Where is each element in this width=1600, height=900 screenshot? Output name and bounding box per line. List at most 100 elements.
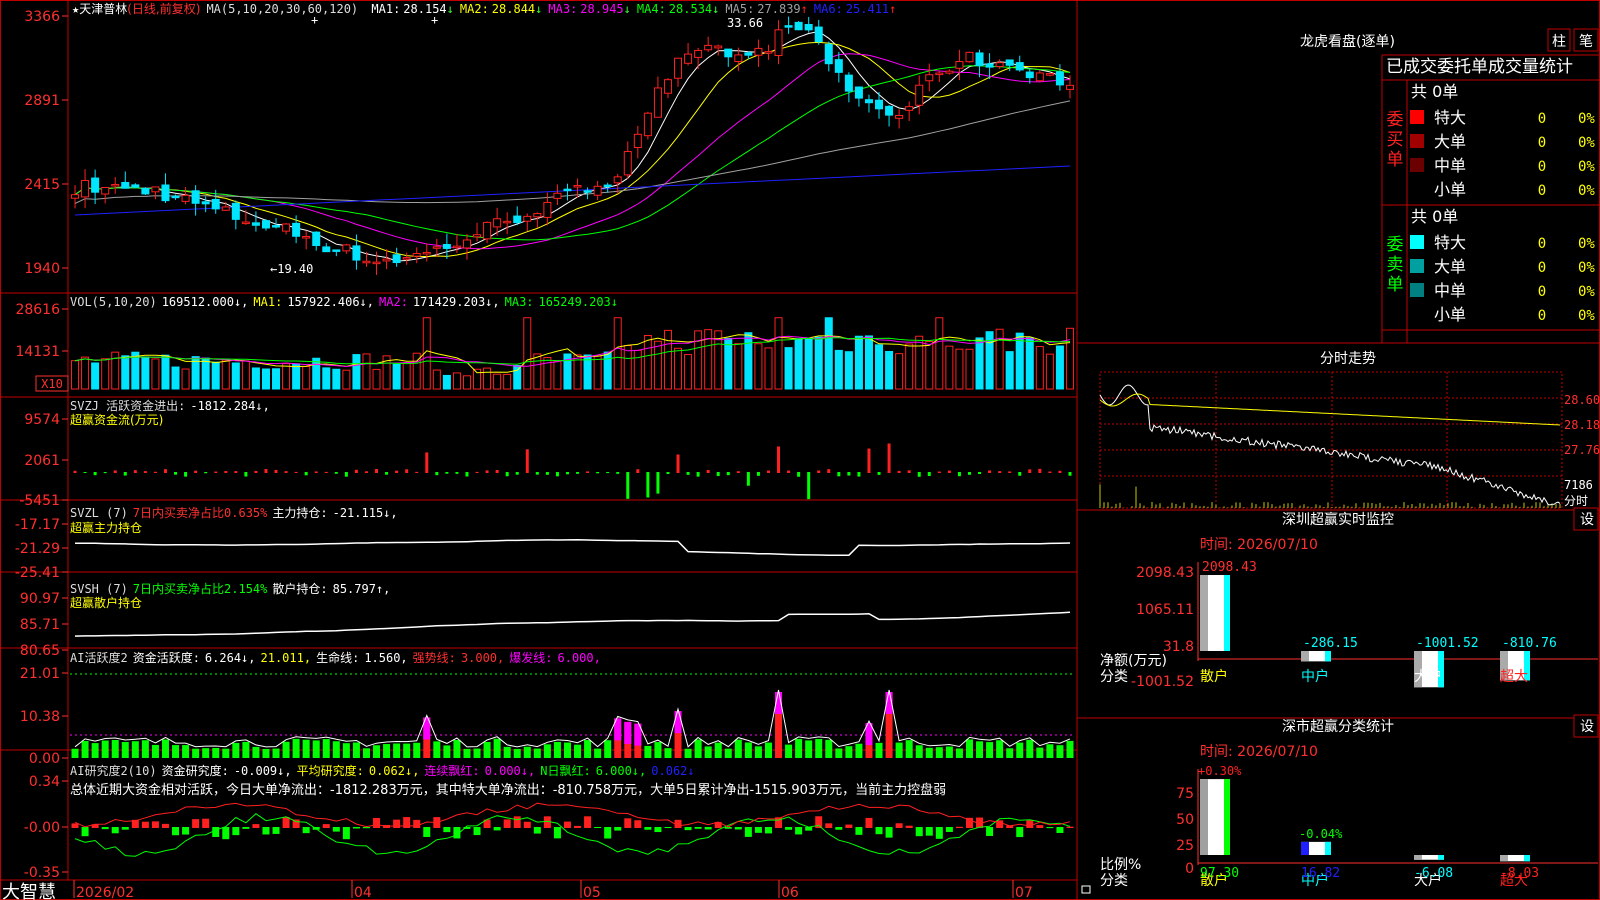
candle-body[interactable] <box>432 246 441 249</box>
fund-flow-bar[interactable] <box>1058 470 1062 473</box>
research-bar[interactable] <box>905 825 913 828</box>
activity-bar[interactable] <box>644 745 652 758</box>
volume-bar[interactable] <box>362 353 371 390</box>
candle-body[interactable] <box>81 179 90 198</box>
research-bar[interactable] <box>553 827 561 839</box>
activity-bar[interactable] <box>584 740 592 758</box>
research-bar[interactable] <box>443 827 451 833</box>
research-bar[interactable] <box>684 827 692 831</box>
activity-bar[interactable] <box>403 743 411 758</box>
research-bar[interactable] <box>473 827 481 836</box>
volume-bar[interactable] <box>432 369 441 390</box>
fund-flow-bar[interactable] <box>706 469 710 473</box>
research-bar[interactable] <box>754 827 762 833</box>
volume-bar[interactable] <box>764 347 773 390</box>
candle-body[interactable] <box>744 52 753 56</box>
volume-bar[interactable] <box>231 362 240 390</box>
volume-bar[interactable] <box>965 348 974 390</box>
activity-bar[interactable] <box>322 739 330 758</box>
candle-body[interactable] <box>804 24 813 31</box>
fund-flow-bar[interactable] <box>837 472 841 477</box>
candle-body[interactable] <box>1065 84 1074 90</box>
fund-flow-bar[interactable] <box>455 472 459 474</box>
candle-body[interactable] <box>714 45 723 49</box>
stock-name[interactable]: 天津普林 <box>79 2 127 16</box>
fund-flow-bar[interactable] <box>666 472 670 475</box>
volume-bar[interactable] <box>593 355 602 390</box>
candle-body[interactable] <box>724 48 733 58</box>
candle-body[interactable] <box>141 188 150 195</box>
volume-bar[interactable] <box>553 360 562 390</box>
volume-bar[interactable] <box>915 335 924 390</box>
fund-flow-bar[interactable] <box>857 472 861 477</box>
research-bar[interactable] <box>704 827 712 830</box>
lock-icon[interactable] <box>1081 885 1091 894</box>
research-bar[interactable] <box>764 827 772 834</box>
volume-bar[interactable] <box>533 353 542 390</box>
volume-bar[interactable] <box>503 373 512 390</box>
volume-bar[interactable] <box>1015 332 1024 390</box>
fund-flow-bar[interactable] <box>576 472 580 474</box>
activity-bar[interactable] <box>553 741 561 758</box>
research-bar[interactable] <box>413 819 421 828</box>
research-bar[interactable] <box>875 827 883 835</box>
research-bar[interactable] <box>352 827 360 829</box>
activity-bar[interactable] <box>352 742 360 758</box>
activity-bar[interactable] <box>895 742 903 758</box>
volume-bar[interactable] <box>613 317 622 390</box>
activity-bar[interactable] <box>935 747 943 758</box>
activity-bar[interactable] <box>574 744 582 758</box>
svzl-panel[interactable]: SVZL (7) 7日内买卖净占比0.635% 主力持仓: -21.115↓, 超赢主力… <box>15 505 1071 581</box>
candle-body[interactable] <box>493 218 502 228</box>
volume-bar[interactable] <box>834 349 843 390</box>
candle-body[interactable] <box>985 63 994 68</box>
volume-bar[interactable] <box>804 337 813 390</box>
fund-flow-bar[interactable] <box>827 469 831 473</box>
fund-flow-bar[interactable] <box>676 454 680 473</box>
research-bar[interactable] <box>373 817 381 828</box>
fund-flow-bar[interactable] <box>244 472 248 477</box>
fund-flow-bar[interactable] <box>123 472 127 476</box>
activity-bar[interactable] <box>503 746 511 758</box>
fund-flow-bar[interactable] <box>194 470 198 473</box>
volume-bar[interactable] <box>513 365 522 390</box>
fund-flow-bar[interactable] <box>163 469 167 473</box>
fund-flow-bar[interactable] <box>485 470 489 473</box>
research-bar[interactable] <box>845 824 853 828</box>
volume-bar[interactable] <box>141 356 150 390</box>
fund-flow-bar[interactable] <box>415 471 419 473</box>
research-bar[interactable] <box>423 827 431 838</box>
fund-flow-bar[interactable] <box>897 470 901 473</box>
candle-body[interactable] <box>643 112 652 137</box>
candle-body[interactable] <box>372 261 381 265</box>
fund-flow-bar[interactable] <box>465 472 469 477</box>
volume-bar[interactable] <box>694 330 703 390</box>
fund-flow-bar[interactable] <box>153 471 157 473</box>
activity-bar[interactable] <box>1036 747 1044 758</box>
candle-body[interactable] <box>593 185 602 196</box>
activity-bar[interactable] <box>764 742 772 758</box>
candle-body[interactable] <box>844 74 853 92</box>
fund-flow-bar[interactable] <box>204 472 208 474</box>
research-bar[interactable] <box>664 827 672 829</box>
research-bar[interactable] <box>282 816 290 828</box>
candle-body[interactable] <box>231 202 240 220</box>
fund-flow-bar[interactable] <box>354 469 358 473</box>
research-bar[interactable] <box>342 827 350 840</box>
volume-bar[interactable] <box>784 347 793 390</box>
fund-flow-bar[interactable] <box>686 472 690 475</box>
candle-body[interactable] <box>442 244 451 249</box>
research-bar[interactable] <box>734 827 742 830</box>
research-bar[interactable] <box>574 825 582 828</box>
fund-flow-bar[interactable] <box>254 470 258 473</box>
activity-bar[interactable] <box>252 746 260 758</box>
candle-body[interactable] <box>945 70 954 74</box>
research-bar[interactable] <box>242 827 250 829</box>
fund-flow-bar[interactable] <box>606 472 610 474</box>
research-bar[interactable] <box>935 827 943 839</box>
candle-body[interactable] <box>412 252 421 257</box>
fund-flow-bar[interactable] <box>525 449 529 473</box>
candle-body[interactable] <box>422 251 431 255</box>
fund-flow-bar[interactable] <box>184 472 188 477</box>
activity-bar[interactable] <box>1056 745 1064 758</box>
